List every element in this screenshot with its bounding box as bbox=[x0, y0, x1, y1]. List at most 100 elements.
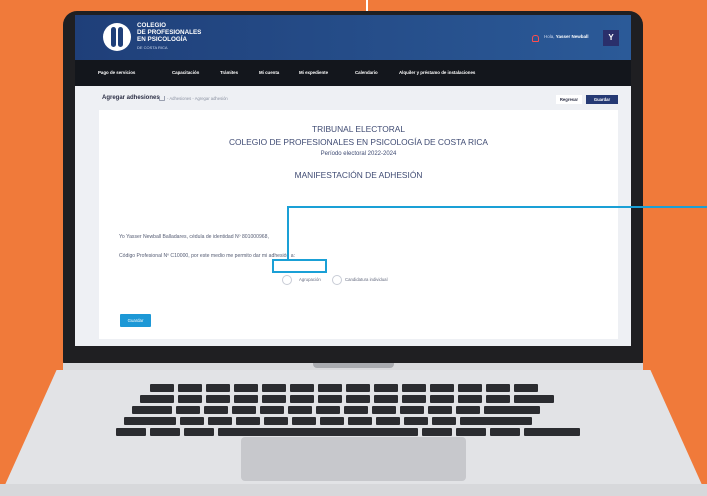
nav-item-calendario[interactable]: Calendario bbox=[355, 70, 378, 75]
user-greeting: Hola, Yasser Newball bbox=[544, 34, 589, 39]
key bbox=[484, 406, 540, 414]
key bbox=[458, 395, 482, 403]
key bbox=[234, 384, 258, 392]
key bbox=[374, 384, 398, 392]
header-bar: COLEGIO DE PROFESIONALES EN PSICOLOGÍA D… bbox=[75, 15, 631, 60]
key bbox=[116, 428, 146, 436]
form-title-tribunal: TRIBUNAL ELECTORAL bbox=[311, 124, 406, 134]
key bbox=[318, 395, 342, 403]
page-title: Agregar adhesiones bbox=[102, 95, 160, 101]
key bbox=[486, 395, 510, 403]
keyboard-row-5 bbox=[116, 428, 596, 436]
key bbox=[208, 417, 232, 425]
key bbox=[456, 406, 480, 414]
key bbox=[262, 395, 286, 403]
laptop-base-edge bbox=[0, 484, 707, 496]
key bbox=[514, 395, 554, 403]
bell-icon[interactable] bbox=[532, 35, 539, 42]
laptop-trackpad bbox=[241, 437, 466, 481]
back-button[interactable]: Regresar bbox=[556, 95, 582, 104]
key bbox=[150, 384, 174, 392]
keyboard-row-4 bbox=[124, 417, 584, 425]
form-paragraph-code: Código Profesional Nº C10000, por este m… bbox=[119, 253, 295, 259]
form-period: Período electoral 2022-2024 bbox=[320, 151, 397, 157]
key bbox=[150, 428, 180, 436]
avatar[interactable]: Y bbox=[603, 30, 619, 46]
key bbox=[458, 384, 482, 392]
form-paragraph-id: Yo Yasser Newball Balladares, cédula de … bbox=[119, 234, 269, 240]
key bbox=[290, 384, 314, 392]
key bbox=[206, 395, 230, 403]
key bbox=[402, 395, 426, 403]
radio-candidatura-circle[interactable] bbox=[332, 275, 342, 285]
key bbox=[262, 384, 286, 392]
home-icon[interactable] bbox=[159, 96, 165, 101]
key bbox=[430, 384, 454, 392]
key bbox=[124, 417, 176, 425]
key bbox=[316, 406, 340, 414]
key bbox=[486, 384, 510, 392]
key bbox=[264, 417, 288, 425]
key bbox=[346, 395, 370, 403]
key bbox=[490, 428, 520, 436]
key bbox=[376, 417, 400, 425]
keyboard-row-3 bbox=[132, 406, 572, 414]
radio-candidatura-label[interactable]: Candidatura individual bbox=[345, 277, 388, 282]
key bbox=[232, 406, 256, 414]
key bbox=[234, 395, 258, 403]
key bbox=[290, 395, 314, 403]
breadcrumb-path[interactable]: - Adhesiones - Agregar adhesión bbox=[167, 96, 228, 101]
key bbox=[402, 384, 426, 392]
radio-agrupacion-circle[interactable] bbox=[282, 275, 292, 285]
key bbox=[524, 428, 580, 436]
key bbox=[178, 384, 202, 392]
radio-candidatura-individual[interactable]: Candidatura individual bbox=[332, 275, 422, 285]
key bbox=[132, 406, 172, 414]
key bbox=[346, 384, 370, 392]
key bbox=[372, 406, 396, 414]
org-sub: DE COSTA RICA bbox=[137, 45, 168, 50]
key bbox=[260, 406, 284, 414]
keyboard-row-1 bbox=[150, 384, 550, 392]
greeting-text: Hola, bbox=[544, 34, 555, 39]
breadcrumb: Agregar adhesiones - Adhesiones - Agrega… bbox=[75, 86, 631, 110]
radio-agrupacion-label[interactable]: Agrupación bbox=[299, 277, 321, 282]
main-nav: Pago de servicios Capacitación Trámites … bbox=[75, 60, 631, 86]
highlight-box-agrupacion bbox=[272, 259, 327, 273]
key bbox=[180, 417, 204, 425]
space-key bbox=[218, 428, 418, 436]
laptop-screen: COLEGIO DE PROFESIONALES EN PSICOLOGÍA D… bbox=[75, 15, 631, 346]
key bbox=[422, 428, 452, 436]
save-button-top[interactable]: Guardar bbox=[586, 95, 618, 104]
key bbox=[236, 417, 260, 425]
callout-line-vertical bbox=[287, 206, 289, 259]
logo-icon bbox=[103, 23, 131, 51]
save-button[interactable]: Guardar bbox=[120, 314, 151, 327]
key bbox=[288, 406, 312, 414]
keyboard-row-2 bbox=[140, 395, 560, 403]
nav-item-mi-cuenta[interactable]: Mi cuenta bbox=[259, 70, 279, 75]
key bbox=[404, 417, 428, 425]
key bbox=[204, 406, 228, 414]
key bbox=[456, 428, 486, 436]
nav-item-capacitacion[interactable]: Capacitación bbox=[172, 70, 199, 75]
laptop-hinge bbox=[313, 363, 394, 368]
nav-item-pago-de-servicios[interactable]: Pago de servicios bbox=[98, 70, 135, 75]
key bbox=[206, 384, 230, 392]
key bbox=[430, 395, 454, 403]
nav-item-alquiler[interactable]: Alquiler y préstamo de instalaciones bbox=[399, 70, 475, 75]
nav-item-mi-expediente[interactable]: Mi expediente bbox=[299, 70, 328, 75]
callout-line-horizontal bbox=[287, 206, 707, 208]
key bbox=[320, 417, 344, 425]
key bbox=[432, 417, 456, 425]
key bbox=[184, 428, 214, 436]
key bbox=[514, 384, 538, 392]
key bbox=[460, 417, 532, 425]
key bbox=[140, 395, 174, 403]
key bbox=[374, 395, 398, 403]
org-name: COLEGIO DE PROFESIONALES EN PSICOLOGÍA bbox=[137, 22, 202, 43]
key bbox=[348, 417, 372, 425]
form-title-colegio: COLEGIO DE PROFESIONALES EN PSICOLOGÍA D… bbox=[228, 137, 489, 147]
key bbox=[318, 384, 342, 392]
nav-item-tramites[interactable]: Trámites bbox=[220, 70, 238, 75]
